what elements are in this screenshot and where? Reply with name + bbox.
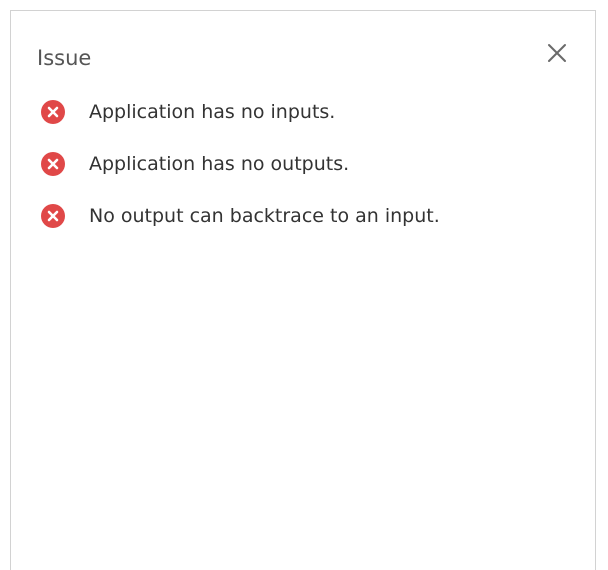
panel-title: Issue (37, 46, 92, 70)
error-icon (41, 100, 65, 124)
error-icon (41, 152, 65, 176)
error-icon (41, 204, 65, 228)
issue-item: Application has no outputs. (41, 151, 440, 177)
issue-item: No output can backtrace to an input. (41, 203, 440, 229)
issue-text: No output can backtrace to an input. (89, 205, 440, 227)
issue-panel: Issue Application has no inputs. Applica… (10, 10, 596, 570)
close-icon (548, 44, 566, 62)
close-button[interactable] (542, 38, 572, 68)
issue-item: Application has no inputs. (41, 99, 440, 125)
dialog-frame: Issue Application has no inputs. Applica… (0, 0, 608, 570)
issue-list: Application has no inputs. Application h… (41, 99, 440, 255)
issue-text: Application has no outputs. (89, 153, 350, 175)
issue-text: Application has no inputs. (89, 101, 336, 123)
